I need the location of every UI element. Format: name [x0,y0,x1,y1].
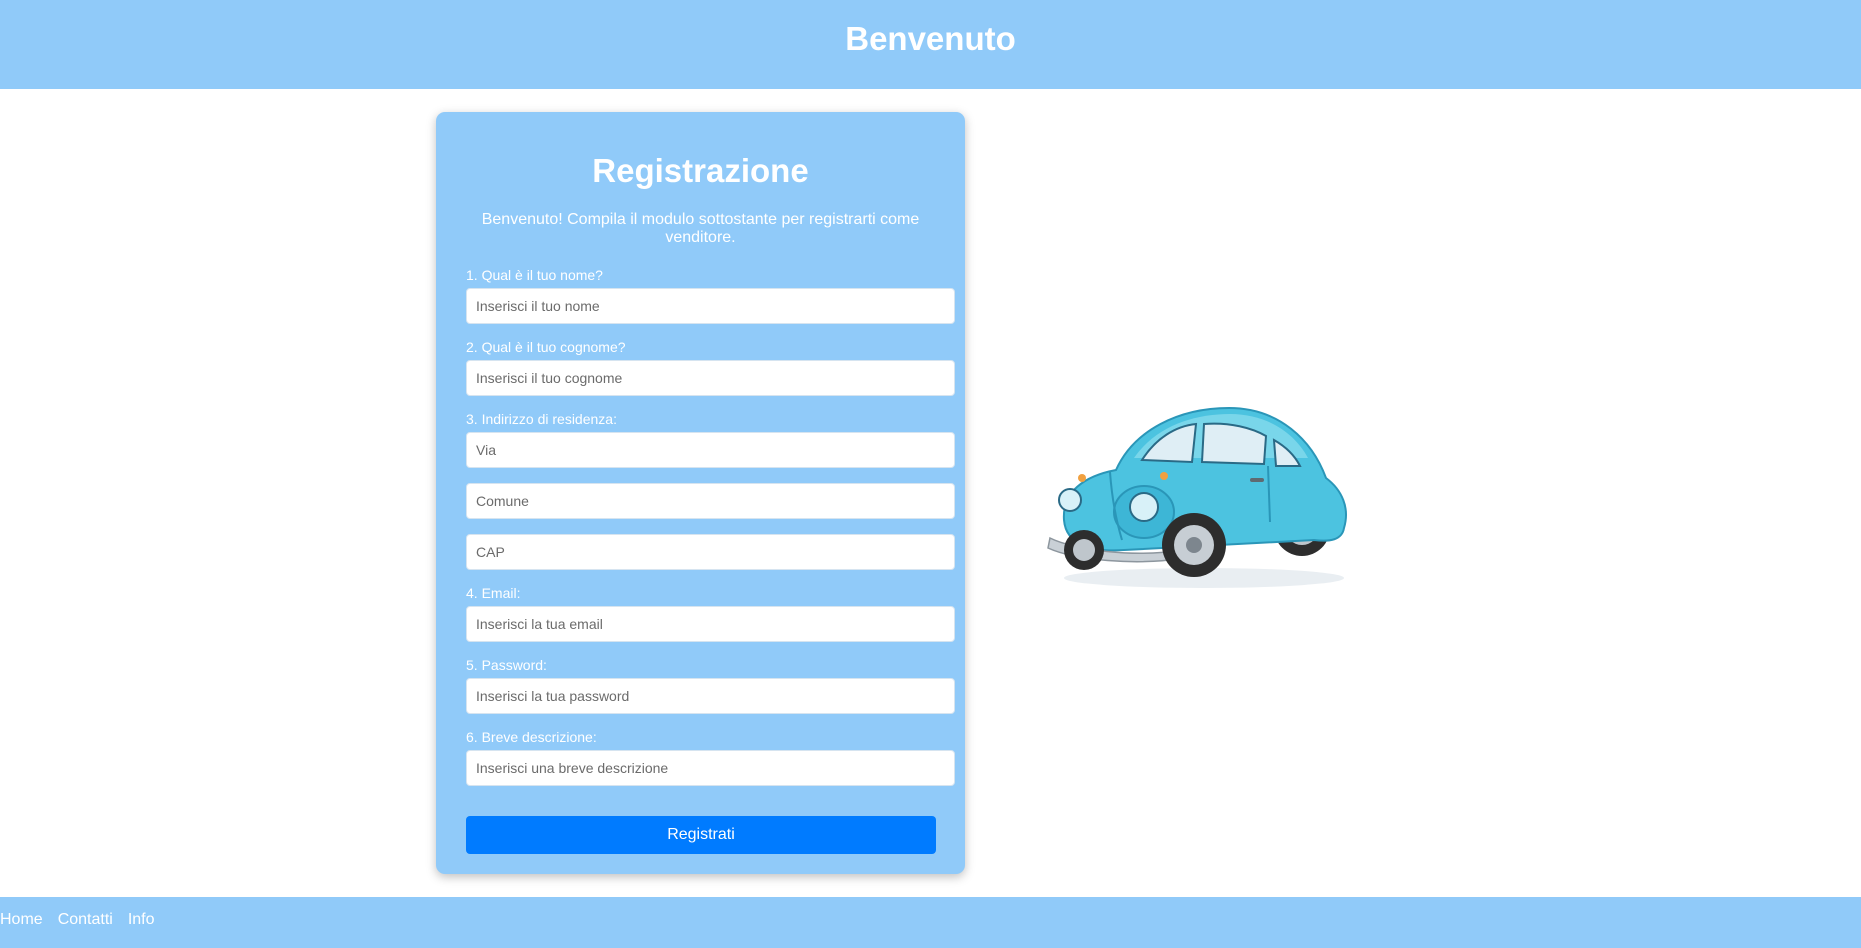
registration-form: Registrazione Benvenuto! Compila il modu… [436,112,965,874]
car-illustration [1047,406,1347,588]
description-label: 6. Breve descrizione: [466,729,597,745]
page: Benvenuto Registrazione Benvenuto! Compi… [0,0,1861,948]
car-headlight-left [1058,488,1082,512]
footer-link-contatti[interactable]: Contatti [58,911,113,929]
car-door-handle [1250,478,1264,482]
email-input[interactable] [466,606,955,642]
surname-label: 2. Qual è il tuo cognome? [466,339,626,355]
header-title: Benvenuto [845,19,1016,57]
email-label: 4. Email: [466,585,521,601]
site-footer: Home Contatti Info [0,897,1861,948]
car-headlight-right [1129,492,1159,522]
footer-link-home[interactable]: Home [0,911,43,929]
footer-link-info[interactable]: Info [128,911,155,929]
postal-code-input[interactable] [466,534,955,570]
city-input[interactable] [466,483,955,519]
form-title: Registrazione [592,152,809,189]
address-label: 3. Indirizzo di residenza: [466,411,617,427]
car-front-right-wheel [1162,513,1226,577]
register-button[interactable]: Registrati [466,816,936,854]
street-input[interactable] [466,432,955,468]
car-indicator-right [1160,472,1168,480]
name-label: 1. Qual è il tuo nome? [466,267,603,283]
name-input[interactable] [466,288,955,324]
car-front-left-wheel [1064,530,1104,570]
password-input[interactable] [466,678,955,714]
site-header: Benvenuto [0,0,1861,89]
car-indicator-left [1078,474,1086,482]
surname-input[interactable] [466,360,955,396]
form-intro: Benvenuto! Compila il modulo sottostante… [481,211,920,246]
description-input[interactable] [466,750,955,786]
password-label: 5. Password: [466,657,547,673]
